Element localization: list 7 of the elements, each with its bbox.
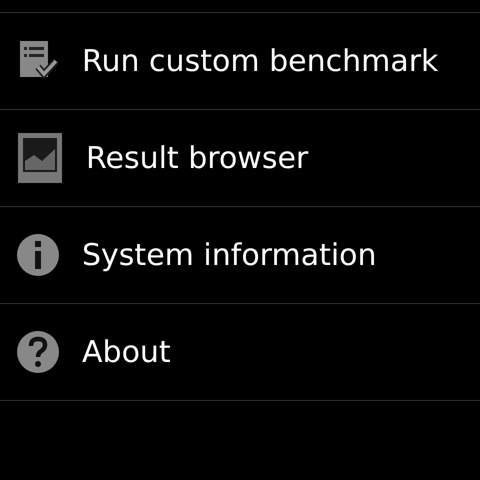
menu-item[interactable]: Result browser bbox=[86, 140, 308, 176]
menu-item[interactable]: Run custom benchmark bbox=[82, 44, 438, 78]
picture-frame-icon bbox=[16, 131, 64, 185]
help-icon bbox=[16, 330, 60, 374]
info-icon bbox=[16, 233, 60, 277]
menu-item[interactable]: System information bbox=[82, 238, 377, 272]
menu-item[interactable]: About bbox=[82, 334, 171, 370]
